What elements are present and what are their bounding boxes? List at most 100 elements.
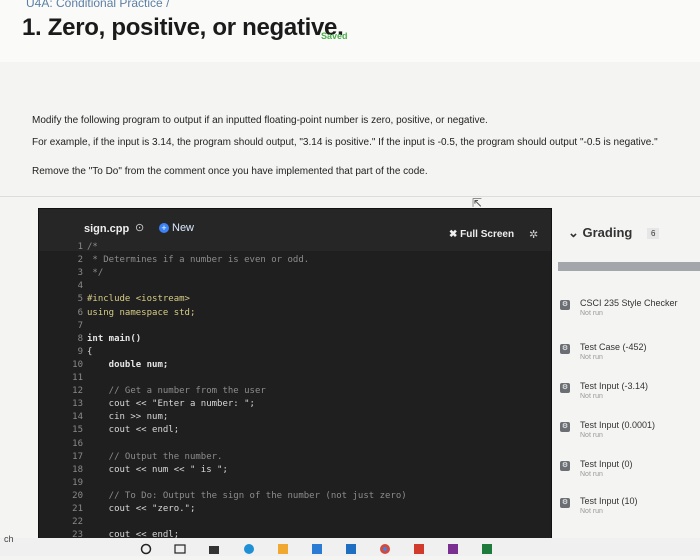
editor-settings-icon[interactable]: ✲ (529, 228, 538, 241)
chrome-icon[interactable] (379, 542, 391, 554)
code-text: cout << "zero."; (87, 504, 196, 514)
code-line[interactable]: 7 (39, 321, 551, 333)
line-number: 11 (72, 373, 83, 383)
file-explorer-icon[interactable] (208, 542, 220, 554)
grading-title: Grading (582, 225, 633, 240)
code-line[interactable]: 17 // Output the number. (39, 452, 551, 464)
line-number: 22 (72, 517, 83, 528)
app-icon[interactable] (413, 542, 425, 554)
grading-count-badge: 6 (647, 228, 660, 239)
test-icon: ⚙ (560, 461, 570, 471)
code-text: /* (87, 242, 98, 252)
line-number: 12 (72, 386, 83, 397)
test-status: Not run (580, 432, 603, 439)
line-number: 10 (72, 359, 83, 370)
test-status: Not run (580, 310, 603, 317)
code-text: int main() (87, 333, 142, 344)
line-number: 19 (72, 477, 83, 488)
line-number: 2 (77, 255, 83, 266)
code-text: cout << num << " is "; (87, 464, 228, 475)
line-number: 4 (77, 281, 83, 292)
test-name: Test Input (0.0001) (580, 420, 656, 430)
code-line[interactable]: 22 (39, 517, 551, 529)
code-text: cout << "Enter a number: "; (87, 399, 255, 410)
line-number: 21 (72, 504, 83, 514)
app-icon[interactable] (311, 542, 323, 554)
code-line[interactable]: 14 cin >> num; (39, 412, 551, 424)
test-name: CSCI 235 Style Checker (580, 298, 678, 308)
file-settings-icon[interactable]: ⊙ (135, 221, 144, 234)
code-line[interactable]: 11 (39, 373, 551, 385)
code-line[interactable]: 9{ (39, 347, 551, 359)
code-line[interactable]: 16 (39, 439, 551, 451)
code-line[interactable]: 21 cout << "zero."; (39, 504, 551, 516)
test-status: Not run (580, 393, 603, 400)
line-number: 14 (72, 412, 83, 423)
code-text: // Get a number from the user (87, 386, 266, 397)
test-icon: ⚙ (560, 383, 570, 393)
line-number: 5 (77, 294, 83, 305)
code-line[interactable]: 10 double num; (39, 360, 551, 372)
test-name: Test Input (10) (580, 496, 638, 506)
fullscreen-button[interactable]: ✖ Full Screen (449, 229, 514, 240)
code-line[interactable]: 12 // Get a number from the user (39, 386, 551, 398)
line-number: 18 (72, 464, 83, 475)
instruction-line-2: For example, if the input is 3.14, the p… (32, 137, 658, 148)
line-number: 15 (72, 425, 83, 436)
code-line[interactable]: 8 int main() (39, 334, 551, 346)
app-icon[interactable] (481, 542, 493, 554)
code-text: #include <iostream> (87, 294, 190, 305)
code-text: * Determines if a number is even or odd. (87, 255, 310, 266)
test-icon: ⚙ (560, 300, 570, 310)
instruction-line-1: Modify the following program to output i… (32, 115, 488, 126)
line-number: 9 (77, 346, 83, 357)
task-view-icon[interactable] (174, 542, 186, 554)
line-number: 6 (77, 307, 83, 318)
code-line[interactable]: 1 /* (39, 242, 551, 254)
code-text: { (87, 346, 93, 357)
cortana-icon[interactable] (140, 542, 152, 555)
code-line[interactable]: 6 using namespace std; (39, 308, 551, 320)
fullscreen-label: Full Screen (460, 229, 515, 240)
new-file-button[interactable]: + New (159, 222, 194, 234)
test-status: Not run (580, 471, 603, 478)
test-status: Not run (580, 354, 603, 361)
breadcrumb[interactable]: U4A: Conditional Practice / (26, 0, 169, 10)
edge-icon[interactable] (243, 542, 255, 554)
app-icon[interactable] (345, 542, 357, 554)
saved-status: Saved (321, 31, 348, 41)
code-line[interactable]: 5 #include <iostream> (39, 294, 551, 306)
test-name: Test Input (0) (580, 459, 633, 469)
line-number: 13 (72, 399, 83, 410)
code-text: */ (87, 268, 104, 279)
line-number: 20 (72, 490, 83, 501)
taskbar-search-text[interactable]: ch (4, 534, 14, 544)
file-tab[interactable]: sign.cpp (84, 223, 129, 235)
line-number: 8 (77, 333, 83, 344)
app-icon[interactable] (447, 542, 459, 554)
new-file-label: New (172, 222, 195, 234)
code-line[interactable]: 19 (39, 478, 551, 490)
code-line[interactable]: 20 // To Do: Output the sign of the numb… (39, 491, 551, 503)
code-text: // Output the number. (87, 451, 223, 462)
code-line[interactable]: 3 */ (39, 268, 551, 280)
line-number: 7 (77, 320, 83, 331)
code-line[interactable]: 2 * Determines if a number is even or od… (39, 255, 551, 267)
code-text: double num; (87, 359, 169, 370)
line-number: 17 (72, 451, 83, 462)
test-name: Test Case (-452) (580, 342, 647, 352)
test-status: Not run (580, 508, 603, 515)
app-icon[interactable] (277, 542, 289, 554)
code-line[interactable]: 4 (39, 281, 551, 293)
grading-header[interactable]: ⌄ Grading (568, 225, 632, 241)
test-icon: ⚙ (560, 498, 570, 508)
code-line[interactable]: 18 cout << num << " is "; (39, 465, 551, 477)
code-text: // To Do: Output the sign of the number … (87, 490, 407, 501)
instruction-line-3: Remove the "To Do" from the comment once… (32, 166, 428, 177)
grading-progress-bar (558, 262, 700, 271)
test-name: Test Input (-3.14) (580, 381, 649, 391)
code-text: using namespace std; (87, 307, 196, 318)
code-line[interactable]: 13 cout << "Enter a number: "; (39, 399, 551, 411)
code-line[interactable]: 15 cout << endl; (39, 425, 551, 437)
code-editor[interactable]: sign.cpp ⊙ + New ✖ Full Screen ✲ 1 /* 2 * D… (38, 208, 552, 540)
